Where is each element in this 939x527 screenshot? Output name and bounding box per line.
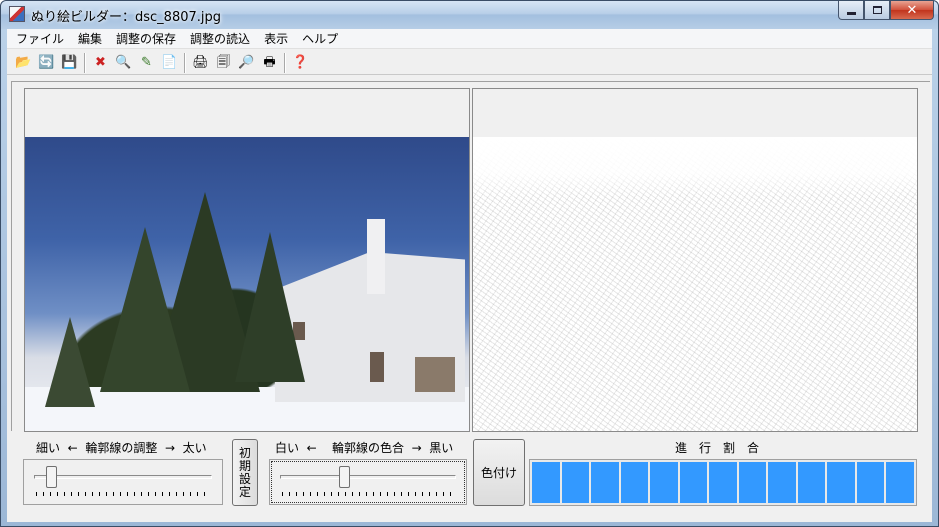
progress-segment [886, 462, 914, 503]
maximize-icon [872, 6, 882, 14]
progress-segment [738, 462, 767, 503]
maximize-button[interactable] [864, 1, 890, 20]
minimize-icon [846, 11, 856, 15]
window-title: ぬり絵ビルダー：dsc_8807.jpg [31, 10, 222, 25]
close-image-icon[interactable]: ✖ [90, 52, 111, 73]
toolbar: 📂 🔄 💾 ✖ 🔍 ✎ 📄 🖨 🗐 🔎 🖶 ❓ [7, 51, 932, 75]
progress-segment [768, 462, 796, 503]
original-photo [25, 137, 469, 431]
progress-segment [709, 462, 737, 503]
menu-load-settings[interactable]: 調整の読込 [183, 29, 257, 49]
menu-view[interactable]: 表示 [257, 29, 295, 49]
toolbar-separator [84, 52, 86, 73]
reload-icon[interactable]: 🔄 [36, 52, 57, 73]
help-icon[interactable]: ❓ [290, 52, 311, 73]
progress-segment [620, 462, 649, 503]
save-icon[interactable]: 💾 [59, 52, 80, 73]
toolbar-separator [284, 52, 286, 73]
progress-segment [532, 462, 560, 503]
image-area [11, 81, 930, 432]
house-window [370, 352, 384, 382]
menu-edit[interactable]: 編集 [71, 29, 109, 49]
progress-segment [856, 462, 885, 503]
close-button[interactable]: ✕ [890, 1, 934, 20]
progress-segment [591, 462, 619, 503]
outline-width-label: 細い ← 輪郭線の調整 → 太い [36, 441, 207, 455]
reset-defaults-button[interactable]: 初 期 設 定 [232, 439, 258, 506]
slider-ticks [36, 492, 210, 496]
outline-color-slider[interactable] [269, 459, 467, 505]
line-art-preview [473, 137, 917, 431]
tree-shape [100, 227, 190, 392]
colorize-button-label: 色付け [480, 466, 517, 480]
print-icon[interactable]: 🖨 [190, 52, 211, 73]
menu-bar: ファイル 編集 調整の保存 調整の読込 表示 ヘルプ [7, 29, 932, 49]
line-art-pane [472, 88, 918, 432]
sky-area [473, 137, 917, 197]
tree-shape [235, 232, 305, 382]
title-bar[interactable]: ぬり絵ビルダー：dsc_8807.jpg ✕ [1, 1, 938, 29]
slider-track [280, 475, 456, 479]
slider-ticks [282, 492, 454, 496]
menu-file[interactable]: ファイル [9, 29, 71, 49]
app-icon[interactable] [9, 6, 25, 22]
edit-icon[interactable]: ✎ [136, 52, 157, 73]
zoom-icon[interactable]: 🔍 [113, 52, 134, 73]
minimize-button[interactable] [838, 1, 864, 20]
original-image-pane [24, 88, 470, 432]
toolbar-separator [184, 52, 186, 73]
chimney-shape [367, 219, 385, 294]
print-setup-icon[interactable]: 🗐 [213, 52, 234, 73]
outline-width-slider[interactable] [23, 459, 223, 505]
tree-shape [45, 317, 95, 407]
slider-thumb[interactable] [339, 466, 350, 488]
slider-track [34, 475, 212, 479]
slider-thumb[interactable] [46, 466, 57, 488]
house-window [415, 357, 455, 392]
reset-defaults-label: 初 期 設 定 [238, 445, 251, 499]
controls-panel: 細い ← 輪郭線の調整 → 太い 初 期 設 定 白い ← 輪郭線の色合 → 黒… [7, 433, 932, 522]
progress-segment [561, 462, 590, 503]
progress-segment [797, 462, 826, 503]
progress-segment [827, 462, 855, 503]
colorize-button[interactable]: 色付け [473, 439, 525, 506]
progress-label: 進 行 割 合 [675, 441, 760, 455]
menu-save-settings[interactable]: 調整の保存 [109, 29, 183, 49]
close-icon: ✕ [906, 2, 918, 18]
client-area: ファイル 編集 調整の保存 調整の読込 表示 ヘルプ 📂 🔄 💾 ✖ 🔍 ✎ 📄… [7, 29, 932, 522]
export-icon[interactable]: 📄 [159, 52, 180, 73]
open-folder-icon[interactable]: 📂 [13, 52, 34, 73]
progress-bar [529, 459, 917, 506]
app-window: ぬり絵ビルダー：dsc_8807.jpg ✕ ファイル 編集 調整の保存 調整の… [0, 0, 939, 527]
caption-buttons: ✕ [838, 1, 934, 20]
print-preview-icon[interactable]: 🔎 [236, 52, 257, 73]
menu-help[interactable]: ヘルプ [295, 29, 345, 49]
outline-color-label: 白い ← 輪郭線の色合 → 黒い [275, 441, 454, 455]
progress-segment [650, 462, 678, 503]
printer-config-icon[interactable]: 🖶 [259, 52, 280, 73]
progress-segment [679, 462, 708, 503]
